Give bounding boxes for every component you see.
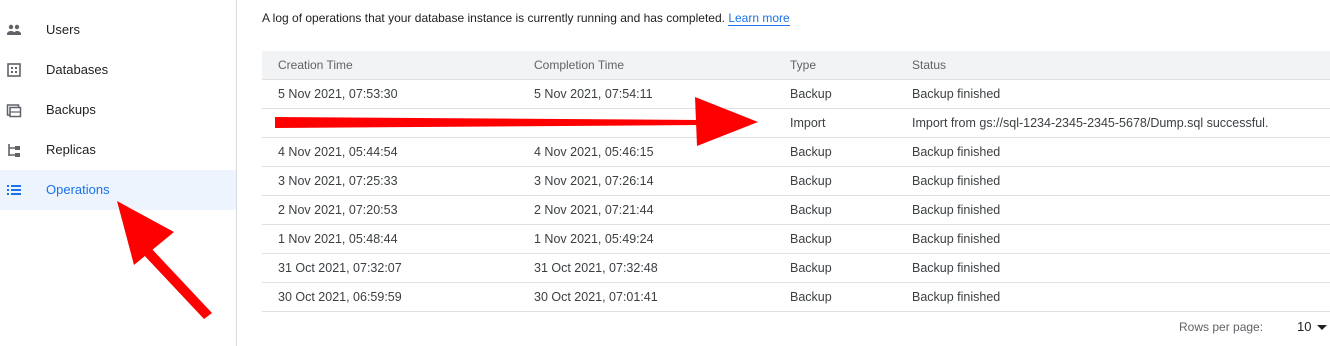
completion-time-cell: 2 Nov 2021, 07:21:44: [534, 203, 654, 217]
sidebar-item-label: Replicas: [46, 142, 96, 157]
completion-time-cell: 30 Oct 2021, 07:01:41: [534, 290, 658, 304]
table-row[interactable]: 5 Nov 2021, 07:53:30 5 Nov 2021, 07:54:11…: [262, 80, 1330, 109]
type-cell: Backup: [790, 232, 832, 246]
operations-icon: [7, 185, 21, 195]
type-cell: Backup: [790, 145, 832, 159]
users-icon: [7, 24, 21, 35]
status-cell: Backup finished: [912, 290, 1001, 304]
sidebar-item-backups[interactable]: Backups: [0, 90, 236, 130]
type-cell: Backup: [790, 290, 832, 304]
column-header-status[interactable]: Status: [912, 51, 946, 80]
databases-icon: [7, 63, 21, 77]
status-cell: Backup finished: [912, 87, 1001, 101]
page-description: A log of operations that your database i…: [262, 11, 790, 26]
replicas-icon: [8, 144, 20, 157]
creation-time-cell: 2 Nov 2021, 07:20:53: [278, 203, 398, 217]
type-cell: Backup: [790, 203, 832, 217]
sidebar: Users Databases Backups Replicas Operati…: [0, 0, 237, 346]
completion-time-cell: 31 Oct 2021, 07:32:48: [534, 261, 658, 275]
creation-time-cell: 31 Oct 2021, 07:32:07: [278, 261, 402, 275]
sidebar-item-replicas[interactable]: Replicas: [0, 130, 236, 170]
column-header-completion-time[interactable]: Completion Time: [534, 51, 624, 80]
type-cell: Backup: [790, 174, 832, 188]
sidebar-item-label: Backups: [46, 102, 96, 117]
sidebar-item-label: Operations: [46, 182, 110, 197]
backups-icon: [6, 104, 22, 118]
chevron-down-icon: [1317, 325, 1328, 331]
sidebar-item-users[interactable]: Users: [0, 10, 236, 50]
rows-per-page-label: Rows per page:: [1179, 320, 1264, 334]
learn-more-link[interactable]: Learn more: [728, 11, 790, 26]
creation-time-cell: 30 Oct 2021, 06:59:59: [278, 290, 402, 304]
table-row[interactable]: 3 Nov 2021, 07:25:33 3 Nov 2021, 07:26:14…: [262, 167, 1330, 196]
creation-time-cell: 3 Nov 2021, 07:25:33: [278, 174, 398, 188]
status-cell: Backup finished: [912, 145, 1001, 159]
column-header-type[interactable]: Type: [790, 51, 816, 80]
table-row[interactable]: 30 Oct 2021, 06:59:59 30 Oct 2021, 07:01:…: [262, 283, 1330, 312]
rows-per-page-select[interactable]: 10: [1297, 319, 1328, 334]
sidebar-item-databases[interactable]: Databases: [0, 50, 236, 90]
table-header: Creation Time Completion Time Type Statu…: [262, 51, 1330, 80]
main-content: A log of operations that your database i…: [262, 0, 1330, 346]
completion-time-cell: 1 Nov 2021, 05:49:24: [534, 232, 654, 246]
creation-time-cell: 1 Nov 2021, 05:48:44: [278, 232, 398, 246]
table-row[interactable]: 1 Nov 2021, 05:48:44 1 Nov 2021, 05:49:24…: [262, 225, 1330, 254]
completion-time-cell: 3 Nov 2021, 07:26:14: [534, 174, 654, 188]
table-row[interactable]: 2 Nov 2021, 07:20:53 2 Nov 2021, 07:21:44…: [262, 196, 1330, 225]
table-row[interactable]: 4 Nov 2021, 05:44:54 4 Nov 2021, 05:46:15…: [262, 138, 1330, 167]
status-cell: Import from gs://sql-1234-2345-2345-5678…: [912, 116, 1269, 130]
status-cell: Backup finished: [912, 232, 1001, 246]
completion-time-cell: 5 Nov 2021, 07:54:11: [534, 87, 653, 101]
completion-time-cell: 4 Nov 2021, 05:46:15: [534, 145, 654, 159]
status-cell: Backup finished: [912, 261, 1001, 275]
table-row[interactable]: 31 Oct 2021, 07:32:07 31 Oct 2021, 07:32:…: [262, 254, 1330, 283]
sidebar-item-label: Users: [46, 22, 80, 37]
app-root: Users Databases Backups Replicas Operati…: [0, 0, 1330, 346]
status-cell: Backup finished: [912, 174, 1001, 188]
rows-per-page-value: 10: [1297, 319, 1312, 334]
operations-table: Creation Time Completion Time Type Statu…: [262, 51, 1330, 312]
pagination: Rows per page: 10: [262, 318, 1330, 338]
type-cell: Backup: [790, 261, 832, 275]
type-cell: Backup: [790, 87, 832, 101]
type-cell: Import: [790, 116, 826, 130]
description-text: A log of operations that your database i…: [262, 11, 725, 25]
sidebar-item-operations[interactable]: Operations: [0, 170, 236, 210]
sidebar-item-label: Databases: [46, 62, 109, 77]
column-header-creation-time[interactable]: Creation Time: [278, 51, 353, 80]
status-cell: Backup finished: [912, 203, 1001, 217]
table-row[interactable]: Import Import from gs://sql-1234-2345-234…: [262, 109, 1330, 138]
table-body: 5 Nov 2021, 07:53:30 5 Nov 2021, 07:54:11…: [262, 80, 1330, 312]
creation-time-cell: 4 Nov 2021, 05:44:54: [278, 145, 398, 159]
creation-time-cell: 5 Nov 2021, 07:53:30: [278, 87, 398, 101]
